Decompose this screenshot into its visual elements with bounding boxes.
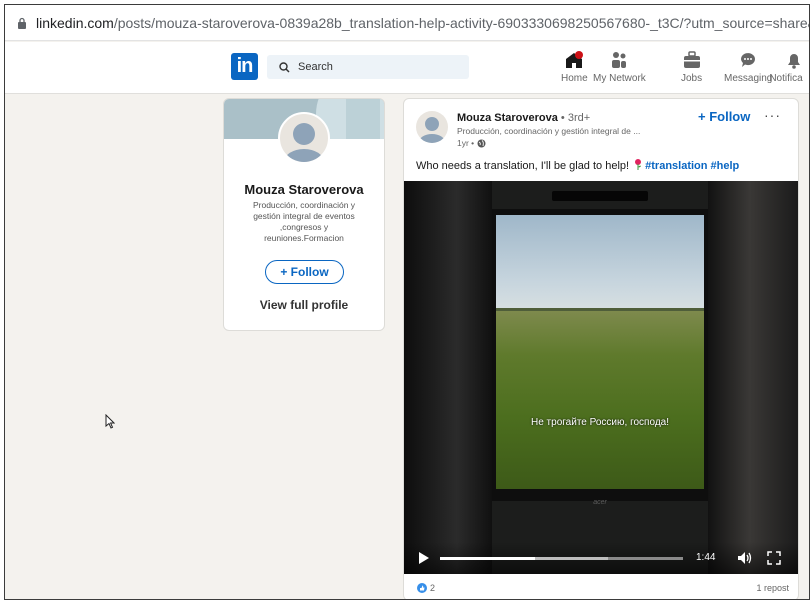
post-text-body: Who needs a translation, I'll be glad to… <box>416 160 630 172</box>
monitor-screen <box>492 209 708 501</box>
video-progress-bar[interactable] <box>440 557 683 560</box>
profile-headline: Producción, coordinación y gestión integ… <box>252 200 356 243</box>
search-icon <box>279 61 290 73</box>
search-placeholder: Search <box>298 61 333 73</box>
search-input[interactable]: Search <box>267 55 469 79</box>
reaction-count-value: 2 <box>430 583 436 593</box>
connection-degree: • 3rd+ <box>557 112 591 124</box>
video-subtitle: Не трогайте Россию, господа! <box>530 417 669 428</box>
nav-item-home[interactable]: Home <box>561 50 588 84</box>
messaging-icon <box>741 53 756 67</box>
nav-label-notifications: Notifica <box>769 73 803 84</box>
nav-item-jobs[interactable]: Jobs <box>681 50 702 84</box>
nav-label-jobs: Jobs <box>681 73 703 84</box>
like-reaction-icon <box>417 583 427 593</box>
post-card: Mouza Staroverova • 3rd+ Producción, coo… <box>403 98 799 599</box>
bell-icon <box>788 54 800 69</box>
linkedin-logo[interactable]: in <box>231 53 258 80</box>
post-author-avatar[interactable] <box>416 111 448 143</box>
home-icon <box>566 51 584 68</box>
profile-follow-button[interactable]: + Follow <box>265 260 344 284</box>
post-follow-button[interactable]: + Follow <box>698 109 750 124</box>
post-author-line: Mouza Staroverova • 3rd+ <box>457 112 590 124</box>
address-bar[interactable]: linkedin.com/posts/mouza-staroverova-083… <box>5 5 809 41</box>
top-nav: in Search Home My Network Jobs Messaging… <box>5 42 809 94</box>
nav-item-my-network[interactable]: My Network <box>593 50 646 84</box>
post-social-counts: 2 1 repost <box>404 574 798 599</box>
rose-emoji-icon <box>635 159 642 170</box>
webcam-bar <box>552 191 648 201</box>
nav-label-home: Home <box>561 73 588 84</box>
person-silhouette-icon <box>419 117 445 143</box>
lock-icon <box>18 17 26 29</box>
more-options-button[interactable]: ··· <box>764 107 781 123</box>
person-silhouette-icon <box>284 123 324 162</box>
mouse-cursor-icon <box>105 414 115 429</box>
monitor-brand-logo: acer <box>593 499 607 506</box>
url-path: /posts/mouza-staroverova-0839a28b_transl… <box>113 14 809 31</box>
post-author-name[interactable]: Mouza Staroverova <box>457 112 558 124</box>
nav-item-notifications[interactable]: Notifica <box>768 50 804 84</box>
reaction-count[interactable]: 2 <box>417 583 435 593</box>
nav-item-messaging[interactable]: Messaging <box>724 50 772 84</box>
browser-frame: linkedin.com/posts/mouza-staroverova-083… <box>4 4 810 600</box>
post-hashtags[interactable]: #translation #help <box>645 160 739 172</box>
nav-label-my-network: My Network <box>593 73 646 84</box>
post-time-label: 1yr • <box>457 138 475 148</box>
fullscreen-icon[interactable] <box>767 551 781 565</box>
video-frame: Не трогайте Россию, господа! acer <box>492 181 708 574</box>
avatar[interactable] <box>278 112 330 164</box>
post-text: Who needs a translation, I'll be glad to… <box>416 159 739 172</box>
volume-icon[interactable] <box>737 551 753 565</box>
briefcase-icon <box>683 51 700 68</box>
video-duration: 1:44 <box>696 552 716 563</box>
network-icon <box>612 52 627 68</box>
nav-label-messaging: Messaging <box>724 73 773 84</box>
view-full-profile-link[interactable]: View full profile <box>224 298 384 312</box>
post-author-headline: Producción, coordinación y gestión integ… <box>457 126 641 136</box>
video-controls: 1:44 <box>404 542 798 574</box>
profile-card: Mouza Staroverova Producción, coordinaci… <box>223 98 385 331</box>
url-domain: linkedin.com <box>36 14 114 31</box>
video-player[interactable]: Не трогайте Россию, господа! acer 1:44 <box>404 181 798 574</box>
post-time: 1yr • <box>457 138 486 148</box>
globe-icon <box>477 139 486 147</box>
repost-count[interactable]: 1 repost <box>756 583 789 593</box>
profile-name[interactable]: Mouza Staroverova <box>224 182 384 197</box>
play-icon[interactable] <box>418 551 430 565</box>
